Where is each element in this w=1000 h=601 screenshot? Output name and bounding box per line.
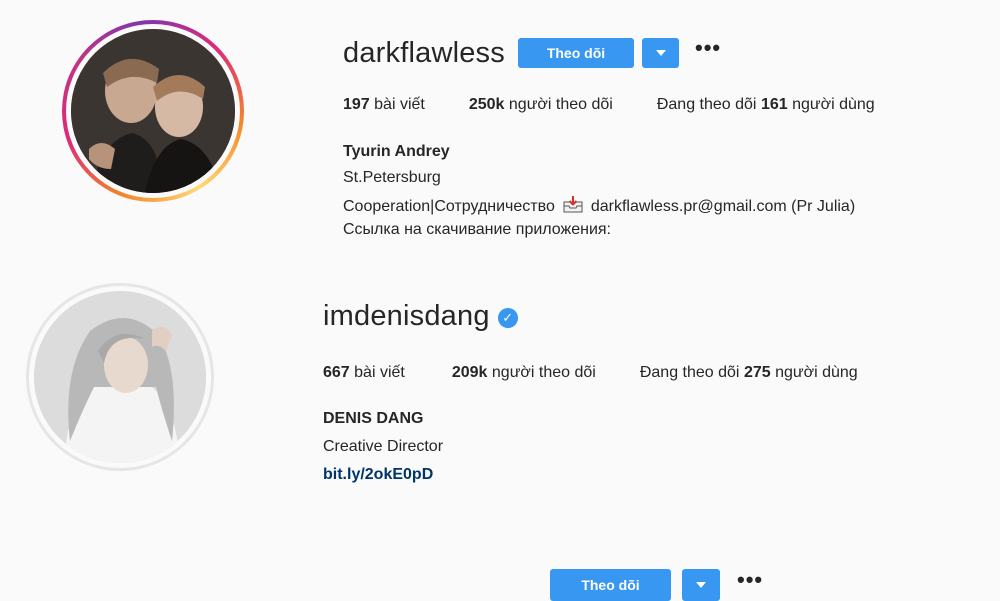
avatar-photo-two-people [71, 29, 235, 193]
profile-avatar-story-ring[interactable] [62, 20, 244, 202]
following-count: 161 [760, 96, 788, 113]
profile-stats: 197 bài viết 250k người theo dõi Đang th… [343, 96, 875, 114]
chevron-down-icon [655, 50, 666, 56]
following-stat[interactable]: Đang theo dõi 161 người dùng [657, 96, 875, 114]
followers-count: 250k [468, 96, 505, 113]
bio-website-link[interactable]: bit.ly/2okE0pD [323, 466, 433, 484]
chevron-down-icon [696, 582, 706, 588]
username: imdenisdang [323, 300, 490, 332]
posts-stat: 667 bài viết [323, 364, 405, 382]
following-stat[interactable]: Đang theo dõi 275 người dùng [640, 364, 858, 382]
avatar[interactable] [71, 29, 235, 193]
follow-options-button[interactable] [682, 569, 720, 601]
profile-header-imdenisdang: imdenisdang ✓ Theo dõi ••• 667 bài viết … [0, 270, 1000, 601]
avatar-photo-person-silver-hair [34, 291, 206, 463]
posts-label: bài viết [374, 96, 425, 113]
posts-stat: 197 bài viết [343, 96, 425, 114]
posts-count: 667 [323, 364, 350, 381]
followers-stat[interactable]: 250k người theo dõi [469, 96, 613, 114]
follow-button[interactable]: Theo dõi [550, 569, 671, 601]
more-options-icon[interactable]: ••• [737, 569, 763, 591]
avatar[interactable] [34, 291, 206, 463]
profile-stats: 667 bài viết 209k người theo dõi Đang th… [323, 364, 858, 382]
followers-stat[interactable]: 209k người theo dõi [452, 364, 596, 382]
followers-label: người theo dõi [491, 364, 596, 381]
following-suffix: người dùng [792, 96, 875, 113]
followers-count: 209k [451, 364, 488, 381]
verified-badge-icon: ✓ [497, 308, 518, 328]
bio-contact-line: Cooperation|Сотрудничество darkflawless.… [343, 195, 855, 218]
more-options-icon[interactable]: ••• [695, 37, 721, 59]
posts-count: 197 [343, 96, 370, 113]
following-suffix: người dùng [775, 364, 858, 381]
bio-location: St.Petersburg [343, 169, 441, 186]
followers-label: người theo dõi [508, 96, 613, 113]
inbox-tray-icon [563, 195, 583, 218]
follow-button[interactable]: Theo dõi [518, 38, 634, 68]
bio-full-name: Tyurin Andrey [343, 143, 450, 160]
following-prefix: Đang theo dõi [639, 364, 740, 381]
profile-header-darkflawless: darkflawless Theo dõi ••• 197 bài viết 2… [0, 0, 1000, 270]
bio-job-title: Creative Director [323, 438, 444, 455]
bio-full-name: DENIS DANG [323, 410, 424, 427]
bio-app-download-text: Ссылка на скачивание приложения: [343, 221, 611, 238]
username: darkflawless [343, 37, 505, 69]
following-count: 275 [743, 364, 771, 381]
profile-avatar-ring[interactable] [26, 283, 214, 471]
following-prefix: Đang theo dõi [656, 96, 757, 113]
follow-options-button[interactable] [642, 38, 679, 68]
posts-label: bài viết [354, 364, 405, 381]
bio-email: darkflawless.pr@gmail.com (Pr Julia) [590, 197, 856, 215]
bio-cooperation-text: Cooperation|Сотрудничество [343, 197, 555, 215]
